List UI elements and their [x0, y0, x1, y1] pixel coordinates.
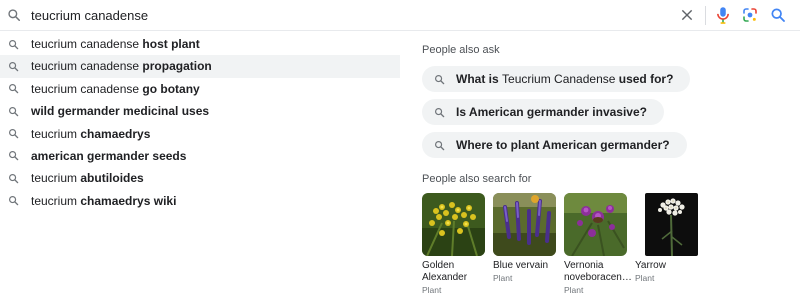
camera-lens-icon[interactable] — [742, 7, 758, 23]
suggestion-completion: wild germander medicinal uses — [31, 104, 210, 119]
suggestion-item[interactable]: teucrium canadense host plant — [0, 33, 400, 55]
card-title: Golden Alexander — [422, 260, 468, 283]
microphone-icon[interactable] — [716, 6, 730, 25]
question-text: Is American germander invasive? — [456, 105, 647, 119]
search-icon — [9, 84, 19, 94]
search-icon — [435, 108, 445, 118]
people-also-search-heading: People also search for — [422, 173, 532, 185]
related-entity-card-golden-alexander[interactable]: Golden Alexander Plant — [422, 193, 490, 296]
close-icon[interactable] — [680, 8, 694, 22]
suggestion-completion: abutiloides — [80, 171, 144, 186]
card-title: Yarrow — [635, 260, 666, 271]
card-subtitle: Plant — [635, 273, 655, 283]
related-entity-card-vernonia[interactable]: Vernonia noveboracen… Plant — [564, 193, 632, 296]
question-text: Where to plant American germander? — [456, 138, 670, 152]
search-submit-icon[interactable] — [770, 7, 786, 23]
related-question-chip[interactable]: Is American germander invasive? — [422, 99, 664, 125]
suggestion-list: teucrium canadense host plant teucrium c… — [0, 33, 400, 212]
suggestion-completion: host plant — [142, 37, 200, 51]
suggestion-item[interactable]: teucrium canadense propagation — [0, 55, 400, 78]
yarrow-image — [645, 193, 698, 256]
suggestion-item[interactable]: teucrium abutiloides — [0, 167, 400, 189]
card-subtitle: Plant — [422, 285, 442, 295]
question-text: What is — [456, 72, 503, 86]
suggestion-item[interactable]: teucrium canadense go botany — [0, 78, 400, 100]
suggestion-item[interactable]: teucrium chamaedrys wiki — [0, 190, 400, 212]
search-icon — [9, 39, 19, 49]
suggestion-item[interactable]: american germander seeds — [0, 145, 400, 167]
suggestion-prefix: teucrium canadense — [31, 59, 143, 74]
suggestion-completion: chamaedrys wiki — [80, 193, 177, 208]
search-icon — [9, 151, 19, 161]
search-icon — [9, 173, 19, 184]
question-text-entity: Teucrium Canadense — [502, 72, 616, 86]
related-question-chip[interactable]: Where to plant American germander? — [422, 132, 687, 158]
search-icon — [9, 61, 19, 72]
search-icon — [9, 196, 19, 206]
search-icon — [435, 141, 445, 151]
suggestion-completion: propagation — [142, 59, 212, 74]
suggestion-item[interactable]: wild germander medicinal uses — [0, 100, 400, 122]
search-icon — [435, 75, 445, 85]
card-title: Blue vervain — [493, 260, 549, 271]
suggestion-prefix: teucrium — [31, 193, 81, 208]
suggestion-item[interactable]: teucrium chamaedrys — [0, 123, 400, 145]
card-title: Vernonia noveboracen… — [564, 260, 632, 283]
golden-alexander-image — [422, 193, 485, 256]
question-text-end: used for? — [615, 72, 674, 86]
vernonia-image — [564, 193, 627, 256]
suggestion-prefix: teucrium canadense — [31, 81, 143, 96]
card-subtitle: Plant — [564, 285, 584, 295]
suggestion-prefix: teucrium — [31, 171, 81, 186]
search-icon — [9, 106, 19, 116]
blue-vervain-image — [493, 193, 556, 256]
suggestion-completion: chamaedrys — [80, 126, 151, 141]
related-question-chip[interactable]: What is Teucrium Canadense used for? — [422, 66, 691, 92]
suggestion-prefix: teucrium canadense — [31, 37, 143, 51]
people-also-ask-heading: People also ask — [422, 44, 500, 56]
suggestion-completion: go botany — [142, 81, 200, 96]
related-entity-card-yarrow[interactable]: Yarrow Plant — [635, 193, 703, 284]
search-bar — [0, 0, 800, 31]
card-subtitle: Plant — [493, 273, 513, 283]
toolbar-divider — [705, 6, 706, 25]
search-icon — [8, 9, 21, 22]
suggestion-prefix: teucrium — [31, 126, 81, 141]
search-icon — [9, 129, 19, 139]
related-entity-card-blue-vervain[interactable]: Blue vervain Plant — [493, 193, 561, 284]
suggestion-completion: american germander seeds — [31, 148, 187, 163]
search-input[interactable] — [31, 0, 651, 31]
